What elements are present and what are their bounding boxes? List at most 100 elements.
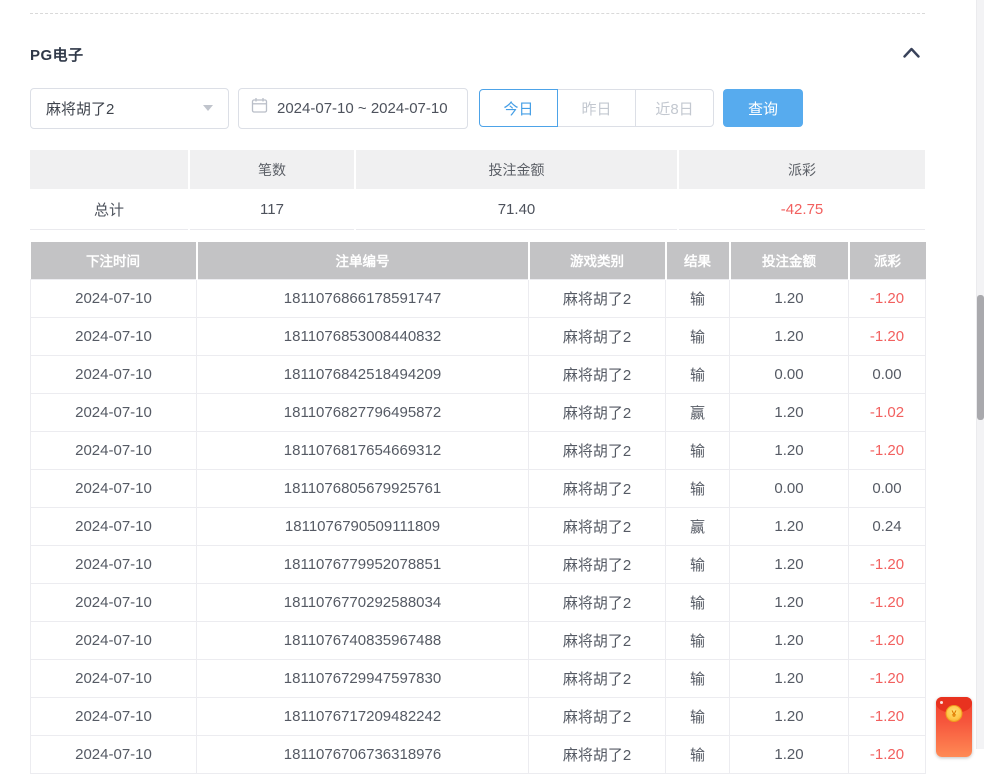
cell-payout: 0.24: [849, 507, 926, 545]
cell-game-type: 麻将胡了2: [529, 735, 666, 773]
cell-bet-amount: 1.20: [730, 583, 849, 621]
quick-tab-today[interactable]: 今日: [479, 89, 558, 127]
cell-game-type: 麻将胡了2: [529, 583, 666, 621]
cell-bet-date: 2024-07-10: [31, 735, 197, 773]
table-row: 2024-07-10 1811076740835967488 麻将胡了2 输 1…: [31, 621, 926, 659]
col-header-payout: 派彩: [849, 242, 926, 279]
cell-game-type: 麻将胡了2: [529, 393, 666, 431]
cell-bet-id: 1811076770292588034: [197, 583, 529, 621]
cell-bet-id: 1811076706736318976: [197, 735, 529, 773]
cell-payout: 0.00: [849, 469, 926, 507]
cell-result: 输: [666, 735, 730, 773]
cell-game-type: 麻将胡了2: [529, 659, 666, 697]
bet-table-body: 2024-07-10 1811076866178591747 麻将胡了2 输 1…: [31, 279, 926, 773]
cell-result: 赢: [666, 393, 730, 431]
cell-bet-amount: 1.20: [730, 621, 849, 659]
report-section: PG电子 麻将胡了2 2024-07-10 ~ 2024-07-10: [30, 0, 925, 774]
cell-payout: -1.20: [849, 697, 926, 735]
cell-payout: -1.20: [849, 279, 926, 317]
table-row: 2024-07-10 1811076827796495872 麻将胡了2 赢 1…: [31, 393, 926, 431]
cell-result: 输: [666, 279, 730, 317]
table-row: 2024-07-10 1811076817654669312 麻将胡了2 输 1…: [31, 431, 926, 469]
cell-bet-amount: 1.20: [730, 545, 849, 583]
section-divider: [30, 13, 925, 14]
cell-bet-id: 1811076740835967488: [197, 621, 529, 659]
collapse-button[interactable]: [899, 44, 923, 64]
cell-bet-amount: 1.20: [730, 507, 849, 545]
quick-date-tabs: 今日 昨日 近8日: [479, 89, 714, 127]
quick-tab-last8days[interactable]: 近8日: [635, 89, 714, 127]
cell-payout: -1.20: [849, 431, 926, 469]
cell-bet-amount: 1.20: [730, 735, 849, 773]
cell-bet-amount: 1.20: [730, 393, 849, 431]
cell-bet-amount: 0.00: [730, 355, 849, 393]
cell-game-type: 麻将胡了2: [529, 621, 666, 659]
summary-payout-value: -42.75: [679, 189, 925, 230]
quick-tab-yesterday[interactable]: 昨日: [557, 89, 636, 127]
cell-bet-date: 2024-07-10: [31, 621, 197, 659]
cell-bet-date: 2024-07-10: [31, 545, 197, 583]
table-row: 2024-07-10 1811076729947597830 麻将胡了2 输 1…: [31, 659, 926, 697]
date-range-picker[interactable]: 2024-07-10 ~ 2024-07-10: [238, 88, 468, 129]
table-row: 2024-07-10 1811076842518494209 麻将胡了2 输 0…: [31, 355, 926, 393]
col-header-bet-amount: 投注金额: [730, 242, 849, 279]
cell-game-type: 麻将胡了2: [529, 545, 666, 583]
table-row: 2024-07-10 1811076866178591747 麻将胡了2 输 1…: [31, 279, 926, 317]
game-select[interactable]: 麻将胡了2: [30, 88, 229, 129]
cell-result: 输: [666, 659, 730, 697]
cell-result: 输: [666, 355, 730, 393]
cell-game-type: 麻将胡了2: [529, 507, 666, 545]
cell-game-type: 麻将胡了2: [529, 279, 666, 317]
section-title: PG电子: [30, 44, 84, 65]
cell-game-type: 麻将胡了2: [529, 697, 666, 735]
cell-bet-id: 1811076817654669312: [197, 431, 529, 469]
cell-payout: -1.20: [849, 621, 926, 659]
cell-bet-id: 1811076779952078851: [197, 545, 529, 583]
cell-bet-date: 2024-07-10: [31, 659, 197, 697]
cell-bet-amount: 1.20: [730, 317, 849, 355]
bet-table-header-row: 下注时间 注单编号 游戏类别 结果 投注金额 派彩: [31, 242, 926, 279]
col-header-game-type: 游戏类别: [529, 242, 666, 279]
bet-records-table: 下注时间 注单编号 游戏类别 结果 投注金额 派彩 2024-07-10 181…: [30, 242, 926, 774]
cell-game-type: 麻将胡了2: [529, 469, 666, 507]
cell-payout: -1.20: [849, 545, 926, 583]
cell-payout: -1.02: [849, 393, 926, 431]
red-envelope-float-button[interactable]: ¥: [936, 697, 972, 757]
col-header-bet-time: 下注时间: [31, 242, 197, 279]
red-envelope-highlight-dot: [940, 701, 943, 704]
cell-result: 输: [666, 545, 730, 583]
cell-bet-id: 1811076729947597830: [197, 659, 529, 697]
cell-bet-date: 2024-07-10: [31, 317, 197, 355]
cell-bet-amount: 1.20: [730, 431, 849, 469]
cell-game-type: 麻将胡了2: [529, 431, 666, 469]
cell-result: 输: [666, 583, 730, 621]
cell-game-type: 麻将胡了2: [529, 355, 666, 393]
col-header-result: 结果: [666, 242, 730, 279]
cell-game-type: 麻将胡了2: [529, 317, 666, 355]
cell-bet-id: 1811076853008440832: [197, 317, 529, 355]
table-row: 2024-07-10 1811076770292588034 麻将胡了2 输 1…: [31, 583, 926, 621]
col-header-bet-id: 注单编号: [197, 242, 529, 279]
table-row: 2024-07-10 1811076790509111809 麻将胡了2 赢 1…: [31, 507, 926, 545]
summary-header-count: 笔数: [190, 150, 354, 189]
vertical-scrollbar-thumb[interactable]: [977, 295, 984, 420]
summary-bet-amount-value: 71.40: [356, 189, 677, 230]
cell-result: 输: [666, 621, 730, 659]
cell-bet-date: 2024-07-10: [31, 393, 197, 431]
cell-bet-date: 2024-07-10: [31, 279, 197, 317]
summary-count-value: 117: [190, 189, 354, 230]
cell-bet-amount: 0.00: [730, 469, 849, 507]
summary-header-payout: 派彩: [679, 150, 925, 189]
cell-payout: -1.20: [849, 735, 926, 773]
cell-result: 输: [666, 431, 730, 469]
cell-bet-date: 2024-07-10: [31, 507, 197, 545]
table-row: 2024-07-10 1811076853008440832 麻将胡了2 输 1…: [31, 317, 926, 355]
chevron-down-icon: [203, 105, 213, 111]
summary-total-label: 总计: [30, 189, 188, 230]
cell-payout: 0.00: [849, 355, 926, 393]
calendar-icon: [251, 97, 268, 119]
query-button[interactable]: 查询: [723, 89, 803, 127]
vertical-scrollbar-track[interactable]: [976, 0, 984, 749]
table-row: 2024-07-10 1811076805679925761 麻将胡了2 输 0…: [31, 469, 926, 507]
cell-bet-id: 1811076866178591747: [197, 279, 529, 317]
